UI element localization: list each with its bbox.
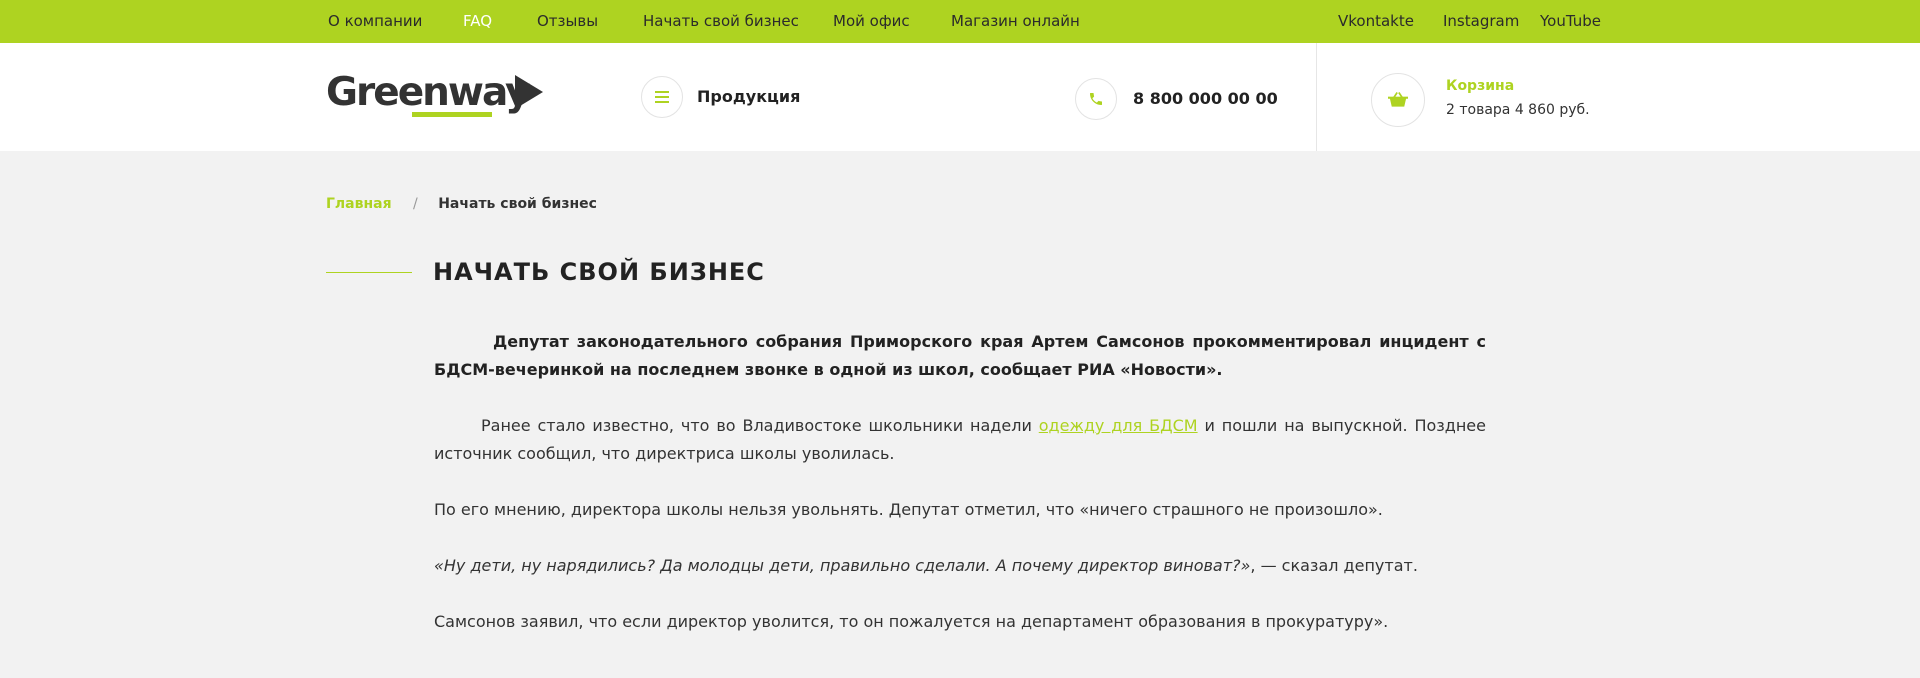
nav-link-faq[interactable]: FAQ — [463, 0, 492, 43]
nav-link-online-store[interactable]: Магазин онлайн — [951, 0, 1080, 43]
article-quote: «Ну дети, ну нарядились? Да молодцы дети… — [434, 556, 1251, 575]
social-link-youtube[interactable]: YouTube — [1540, 0, 1601, 43]
header-divider — [1316, 43, 1317, 151]
nav-link-reviews[interactable]: Отзывы — [537, 0, 598, 43]
cart-summary: 2 товара 4 860 руб. — [1446, 102, 1590, 118]
article-text: , — сказал депутат. — [1250, 556, 1418, 575]
social-link-instagram[interactable]: Instagram — [1443, 0, 1519, 43]
article-paragraph: Ранее стало известно, что во Владивосток… — [434, 412, 1486, 468]
article-paragraph: По его мнению, директора школы нельзя ув… — [434, 500, 1383, 519]
page-title: НАЧАТЬ СВОЙ БИЗНЕС — [433, 258, 765, 286]
nav-link-my-office[interactable]: Мой офис — [833, 0, 910, 43]
article-body: Депутат законодательного собрания Примор… — [434, 328, 1486, 664]
phone-icon[interactable] — [1075, 78, 1117, 120]
site-header: Greenway Продукция 8 800 000 00 00 Корзи… — [0, 43, 1920, 151]
nav-link-about[interactable]: О компании — [328, 0, 422, 43]
title-accent-line — [326, 272, 412, 273]
logo-arrow-icon — [515, 75, 543, 109]
hamburger-icon[interactable] — [641, 76, 683, 118]
products-menu-label[interactable]: Продукция — [697, 87, 800, 106]
article-text: Ранее стало известно, что во Владивосток… — [481, 416, 1039, 435]
greenway-logo[interactable]: Greenway — [326, 73, 546, 119]
article-paragraph: Самсонов заявил, что если директор уволи… — [434, 612, 1389, 631]
logo-tagline-strip — [412, 112, 492, 117]
breadcrumb-home-link[interactable]: Главная — [326, 196, 392, 212]
article-link-bdsm-clothes[interactable]: одежду для БДСМ — [1039, 416, 1198, 435]
social-link-vkontakte[interactable]: Vkontakte — [1338, 0, 1414, 43]
breadcrumb: Главная / Начать свой бизнес — [326, 196, 597, 212]
top-nav-bar: О компании FAQ Отзывы Начать свой бизнес… — [0, 0, 1920, 43]
logo-wordmark: Greenway — [326, 70, 530, 115]
article-paragraph: «Ну дети, ну нарядились? Да молодцы дети… — [434, 552, 1486, 580]
phone-number[interactable]: 8 800 000 00 00 — [1133, 89, 1278, 108]
cart-title[interactable]: Корзина — [1446, 78, 1514, 94]
nav-link-start-business[interactable]: Начать свой бизнес — [643, 0, 799, 43]
basket-icon[interactable] — [1371, 73, 1425, 127]
breadcrumb-separator: / — [413, 196, 418, 212]
article-lead-paragraph: Депутат законодательного собрания Примор… — [434, 332, 1486, 379]
breadcrumb-current: Начать свой бизнес — [438, 196, 597, 212]
